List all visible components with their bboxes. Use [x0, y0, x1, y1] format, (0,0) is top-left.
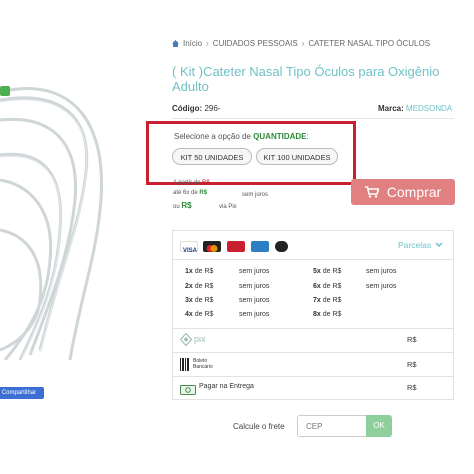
- price-pix-value: R$: [181, 201, 192, 210]
- installment-count: 7x: [313, 297, 321, 304]
- svg-text:VISA: VISA: [183, 248, 198, 254]
- boleto-line2: Bancário: [193, 364, 213, 370]
- breadcrumb-separator: ›: [206, 39, 209, 48]
- price-installment-suffix: sem juros: [242, 192, 269, 198]
- installment-count: 4x: [185, 311, 193, 318]
- price-from-value: R$: [202, 180, 210, 186]
- installment-value: de R$: [194, 268, 214, 275]
- buy-button[interactable]: Comprar: [351, 179, 455, 205]
- divider: [172, 118, 454, 119]
- price-from-label: A partir de: [173, 180, 201, 186]
- elo-icon: [275, 241, 288, 252]
- divider: [172, 328, 454, 329]
- installment-value: de R$: [194, 297, 214, 304]
- price-installment-value: R$: [199, 190, 208, 196]
- product-code: Código: 296-: [172, 104, 220, 113]
- pix-label: pix: [194, 334, 206, 344]
- breadcrumb-separator: ›: [301, 39, 305, 48]
- pix-value: R$: [407, 335, 417, 344]
- brand-label: Marca:: [378, 104, 404, 113]
- boleto-value: R$: [407, 360, 417, 369]
- highlight-box: [146, 121, 356, 185]
- installment-value: de R$: [194, 311, 214, 318]
- installment-count: 8x: [313, 311, 321, 318]
- installment-value: de R$: [322, 283, 342, 290]
- breadcrumb-category[interactable]: CUIDADOS PESSOAIS: [213, 39, 298, 48]
- amex-icon: [251, 241, 269, 252]
- installment-juros: sem juros: [366, 268, 397, 275]
- home-icon: [172, 40, 179, 47]
- cart-icon: [364, 186, 379, 198]
- installment-count: 5x: [313, 268, 321, 275]
- ok-button[interactable]: OK: [366, 415, 392, 437]
- installment-value: de R$: [322, 311, 342, 318]
- breadcrumb-current: CATETER NASAL TIPO ÓCULOS: [308, 39, 431, 48]
- barcode-icon: [180, 358, 190, 376]
- installment-juros: sem juros: [366, 283, 397, 290]
- installment-row: 7x de R$: [313, 297, 341, 304]
- chevron-down-icon: [435, 242, 443, 248]
- price-installment: até 6x de R$: [173, 190, 207, 196]
- installment-row: 3x de R$: [185, 297, 213, 304]
- brand-value[interactable]: MEDSONDA: [406, 104, 452, 113]
- mastercard-icon: [203, 241, 221, 252]
- parcelas-label: Parcelas: [398, 240, 432, 250]
- installment-count: 3x: [185, 297, 193, 304]
- price-from: A partir de R$: [173, 180, 210, 186]
- installment-row: 2x de R$: [185, 283, 213, 290]
- installment-row: 5x de R$: [313, 268, 341, 275]
- share-button[interactable]: Compartilhar: [0, 387, 44, 399]
- boleto-label: Boleto Bancário: [193, 358, 213, 370]
- installment-row: 8x de R$: [313, 311, 341, 318]
- installment-row: 4x de R$: [185, 311, 213, 318]
- price-or: ou: [173, 204, 180, 210]
- installment-juros: sem juros: [239, 311, 270, 318]
- installment-juros: sem juros: [239, 297, 270, 304]
- price-pix: ou R$: [173, 201, 192, 210]
- parcelas-toggle[interactable]: Parcelas: [398, 240, 443, 250]
- installment-count: 6x: [313, 283, 321, 290]
- code-label: Código:: [172, 104, 203, 113]
- divider: [172, 376, 454, 377]
- installment-row: 1x de R$: [185, 268, 213, 275]
- product-brand: Marca: MEDSONDA: [378, 104, 452, 113]
- installment-juros: sem juros: [239, 283, 270, 290]
- installment-value: de R$: [322, 268, 342, 275]
- hipercard-icon: [227, 241, 245, 252]
- installment-count: 1x: [185, 268, 193, 275]
- frete-label: Calcule o frete: [233, 422, 285, 431]
- installment-value: de R$: [322, 297, 342, 304]
- code-value: 296-: [204, 104, 221, 113]
- price-installment-prefix: até 6x de: [173, 190, 198, 196]
- buy-label: Comprar: [386, 184, 442, 200]
- breadcrumb-home[interactable]: Início: [183, 39, 202, 48]
- entrega-value: R$: [407, 383, 417, 392]
- cash-icon: [180, 382, 196, 400]
- installment-count: 2x: [185, 283, 193, 290]
- installment-value: de R$: [194, 283, 214, 290]
- installment-row: 6x de R$: [313, 283, 341, 290]
- entrega-label: Pagar na Entrega: [199, 383, 254, 390]
- price-pix-suffix: via Pix: [219, 204, 237, 210]
- visa-icon: VISA: [180, 241, 198, 254]
- breadcrumb: Início › CUIDADOS PESSOAIS › CATETER NAS…: [172, 39, 430, 48]
- product-title: ( Kit )Cateter Nasal Tipo Óculos para Ox…: [172, 64, 440, 94]
- product-image[interactable]: [0, 60, 150, 363]
- installment-juros: sem juros: [239, 268, 270, 275]
- divider: [172, 352, 454, 353]
- cep-input[interactable]: [297, 415, 367, 437]
